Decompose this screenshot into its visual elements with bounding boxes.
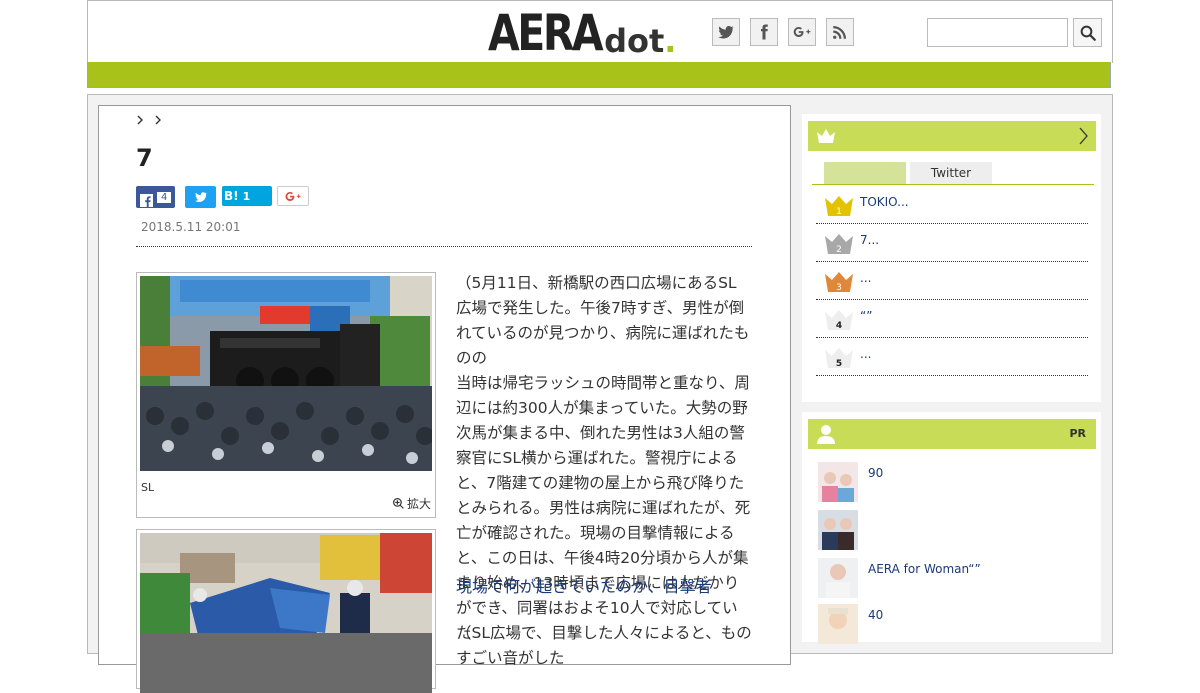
hatena-icon: B! [224,189,239,203]
google-plus-share-button[interactable] [277,186,309,206]
pr-item[interactable] [818,510,1088,550]
article: 7 4 B! 1 2018.5.11 20:01 SL 拡大 （5月11日、新橋… [98,105,791,693]
ranking-tabs: Twitter [824,162,996,184]
facebook-icon[interactable] [750,18,778,46]
rank-1-crown-icon: 1 [825,196,853,217]
breadcrumb-separator [154,114,162,129]
facebook-share-count: 4 [157,191,172,203]
pr-thumbnail[interactable] [818,604,858,644]
logo-period: . [664,22,677,60]
twitter-icon [194,192,207,203]
chevron-right-icon [1079,127,1088,145]
crown-icon [817,129,835,143]
article-subheading: 現場で何が起きていたのか、目撃者 [456,577,712,596]
svg-text:2: 2 [836,245,842,255]
publish-date: 2018.5.11 20:01 [141,220,241,234]
tab-access[interactable] [824,162,906,184]
rank-3-crown-icon: 3 [825,272,853,293]
search-button[interactable] [1073,18,1102,47]
site-header: AERA dot. [87,0,1113,63]
svg-text:5: 5 [836,359,842,369]
pr-thumbnail[interactable] [818,462,858,502]
pr-item[interactable]: 90 [818,462,1088,502]
ranking-panel: Twitter 1 TOKIO... 2 7... 3 ... 4 “” 5 .… [802,114,1101,402]
rank-2-crown-icon: 2 [825,234,853,255]
article-paragraph: （5月11日、新橋駅の西口広場にあるSL広場で発生した。午後7時すぎ、男性が倒れ… [456,274,750,367]
article-paragraph: （SL広場で、目撃した人々によると、ものすごい音がした [456,624,752,667]
article-photo[interactable]: SL 拡大 [136,272,436,518]
zoom-in-icon [393,498,404,509]
logo-aera-text: AERA [488,4,604,62]
article-photo[interactable] [136,529,436,693]
ranking-item-title: ... [860,271,872,285]
ranking-item-title: 7... [860,233,880,247]
zoom-button[interactable]: 拡大 [392,495,431,512]
ranking-item-title: “” [860,309,873,323]
photo-caption: SL [141,481,155,494]
pr-item[interactable]: AERA for Woman“” [818,558,1088,598]
rss-icon[interactable] [826,18,854,46]
pr-thumbnail[interactable] [818,558,858,598]
rank-4-crown-icon: 4 [825,310,853,331]
pr-item-title: 40 [868,608,884,622]
twitter-icon[interactable] [712,18,740,46]
ranking-item[interactable]: 3 ... [816,261,1088,300]
article-title: 7 [136,144,153,172]
ranking-item-title: ... [860,347,872,361]
rank-5-crown-icon: 5 [825,348,853,369]
ranking-item[interactable]: 5 ... [816,337,1088,376]
pr-item-title: 90 [868,466,884,480]
tab-twitter[interactable]: Twitter [910,162,992,184]
hatena-count: 1 [242,189,251,203]
pr-item[interactable]: 40 [818,604,1088,644]
search-icon [1080,25,1096,41]
svg-text:1: 1 [836,207,842,217]
facebook-icon [140,193,153,207]
pr-item-title: AERA for Woman“” [868,562,981,576]
google-plus-icon[interactable] [788,18,816,46]
zoom-label: 拡大 [406,497,431,511]
site-logo[interactable]: AERA dot. [488,7,676,59]
photo-sl-square[interactable] [140,276,432,471]
svg-text:4: 4 [836,321,842,331]
ranking-item[interactable]: 4 “” [816,299,1088,338]
pr-header: PR [808,419,1096,449]
ranking-item[interactable]: 2 7... [816,223,1088,262]
ranking-item-title: TOKIO... [860,195,909,209]
facebook-share-button[interactable]: 4 [136,186,175,208]
twitter-share-button[interactable] [185,186,216,208]
nav-bar [87,62,1111,88]
breadcrumb-separator [136,114,148,129]
page: AERA dot. 7 4 B! 1 2018.5.11 20:01 SL 拡大… [87,0,1113,693]
pr-thumbnail[interactable] [818,510,858,550]
svg-text:3: 3 [836,283,842,293]
ranking-header[interactable] [808,121,1096,151]
pr-panel: PR 90 AERA for Woman“” 40 [802,412,1101,644]
ranking-item[interactable]: 1 TOKIO... [816,185,1088,224]
google-plus-icon [285,191,301,201]
person-icon [817,425,835,444]
article-paragraph: 当時は帰宅ラッシュの時間帯と重なり、周辺には約300人が集まっていた。大勢の野次… [456,374,751,642]
search-input[interactable] [927,18,1068,47]
breadcrumb [136,114,168,129]
logo-dot-text: dot [604,22,665,60]
pr-label: PR [1069,427,1086,440]
hatena-bookmark-button[interactable]: B! 1 [222,186,272,206]
photo-rescue-scene[interactable] [140,533,432,693]
divider [136,246,752,247]
